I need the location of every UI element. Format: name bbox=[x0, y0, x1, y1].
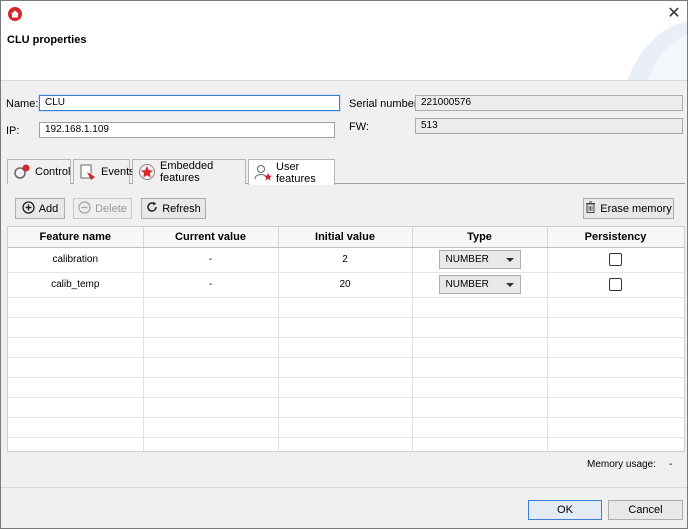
tab-embedded-features[interactable]: Embedded features bbox=[132, 159, 246, 184]
persistency-cell bbox=[547, 272, 684, 298]
memory-usage-value: - bbox=[669, 459, 673, 470]
header-decoration bbox=[627, 21, 687, 80]
type-select[interactable]: NUMBER bbox=[438, 275, 521, 294]
name-label: Name: bbox=[6, 98, 39, 110]
delete-icon bbox=[78, 200, 91, 217]
tab-label: Embedded features bbox=[160, 160, 214, 184]
type-select-value: NUMBER bbox=[445, 279, 489, 290]
add-button[interactable]: Add bbox=[15, 198, 65, 219]
clu-properties-dialog: ✕ CLU properties Name: CLU IP: 192.168.1… bbox=[0, 0, 688, 529]
tab-label: Control bbox=[35, 166, 71, 178]
refresh-button[interactable]: Refresh bbox=[141, 198, 206, 219]
title-bar: ✕ CLU properties bbox=[1, 1, 687, 81]
add-label: Add bbox=[38, 202, 59, 215]
empty-row bbox=[8, 397, 684, 418]
home-icon bbox=[8, 7, 22, 21]
cancel-button[interactable]: Cancel bbox=[608, 500, 683, 520]
current-value-cell: - bbox=[143, 247, 279, 273]
tab-strip: Control Events Embedded features User fe… bbox=[7, 159, 685, 185]
column-header[interactable]: Initial value bbox=[278, 227, 413, 248]
trash-icon bbox=[585, 201, 596, 216]
user-features-table: Feature name Current value Initial value… bbox=[7, 226, 685, 452]
table-header-row: Feature name Current value Initial value… bbox=[8, 227, 684, 248]
empty-row bbox=[8, 437, 684, 451]
empty-row bbox=[8, 297, 684, 318]
fw-field: 513 bbox=[415, 118, 683, 134]
type-cell: NUMBER bbox=[412, 272, 548, 298]
ip-field[interactable]: 192.168.1.109 bbox=[39, 122, 335, 138]
initial-value-cell[interactable]: 2 bbox=[278, 247, 413, 273]
empty-row bbox=[8, 337, 684, 358]
star-icon bbox=[138, 163, 156, 181]
table-row[interactable]: calibration - 2 NUMBER bbox=[8, 247, 684, 273]
chevron-down-icon bbox=[505, 257, 514, 262]
persistency-cell bbox=[547, 247, 684, 273]
events-icon bbox=[79, 163, 97, 181]
name-field[interactable]: CLU bbox=[39, 95, 340, 111]
empty-row bbox=[8, 377, 684, 398]
refresh-label: Refresh bbox=[162, 202, 201, 215]
current-value-cell: - bbox=[143, 272, 279, 298]
user-features-panel: Add Delete Refresh Erase memory Feature … bbox=[7, 185, 685, 481]
dialog-footer: OK Cancel bbox=[1, 487, 687, 528]
chevron-down-icon bbox=[505, 282, 514, 287]
column-header[interactable]: Persistency bbox=[547, 227, 684, 248]
feature-name-cell[interactable]: calibration bbox=[8, 247, 144, 273]
tab-user-features[interactable]: User features bbox=[248, 159, 335, 185]
dialog-title: CLU properties bbox=[7, 34, 87, 46]
table-row[interactable]: calib_temp - 20 NUMBER bbox=[8, 272, 684, 298]
type-cell: NUMBER bbox=[412, 247, 548, 273]
refresh-icon bbox=[146, 201, 158, 216]
erase-memory-label: Erase memory bbox=[600, 202, 672, 215]
type-select[interactable]: NUMBER bbox=[438, 250, 521, 269]
delete-label: Delete bbox=[95, 202, 127, 215]
persistency-checkbox[interactable] bbox=[609, 278, 622, 291]
ok-button[interactable]: OK bbox=[528, 500, 602, 520]
empty-row bbox=[8, 317, 684, 338]
delete-button[interactable]: Delete bbox=[73, 198, 132, 219]
user-star-icon bbox=[254, 164, 272, 182]
column-header[interactable]: Type bbox=[412, 227, 548, 248]
erase-memory-button[interactable]: Erase memory bbox=[583, 198, 674, 219]
column-header[interactable]: Current value bbox=[143, 227, 279, 248]
serial-number-field: 221000576 bbox=[415, 95, 683, 111]
fw-label: FW: bbox=[349, 121, 369, 133]
type-select-value: NUMBER bbox=[445, 254, 489, 265]
initial-value-cell[interactable]: 20 bbox=[278, 272, 413, 298]
feature-name-cell[interactable]: calib_temp bbox=[8, 272, 144, 298]
tab-label: User features bbox=[276, 160, 316, 185]
tab-label: Events bbox=[101, 166, 135, 178]
ip-label: IP: bbox=[6, 125, 20, 137]
empty-row bbox=[8, 417, 684, 438]
memory-usage-label: Memory usage: bbox=[587, 459, 656, 470]
tab-events[interactable]: Events bbox=[73, 159, 135, 184]
control-icon bbox=[13, 163, 31, 181]
tab-control[interactable]: Control bbox=[7, 159, 71, 184]
persistency-checkbox[interactable] bbox=[609, 253, 622, 266]
column-header[interactable]: Feature name bbox=[8, 227, 144, 248]
empty-row bbox=[8, 357, 684, 378]
serial-number-label: Serial number: bbox=[349, 98, 421, 110]
add-icon bbox=[22, 200, 35, 217]
